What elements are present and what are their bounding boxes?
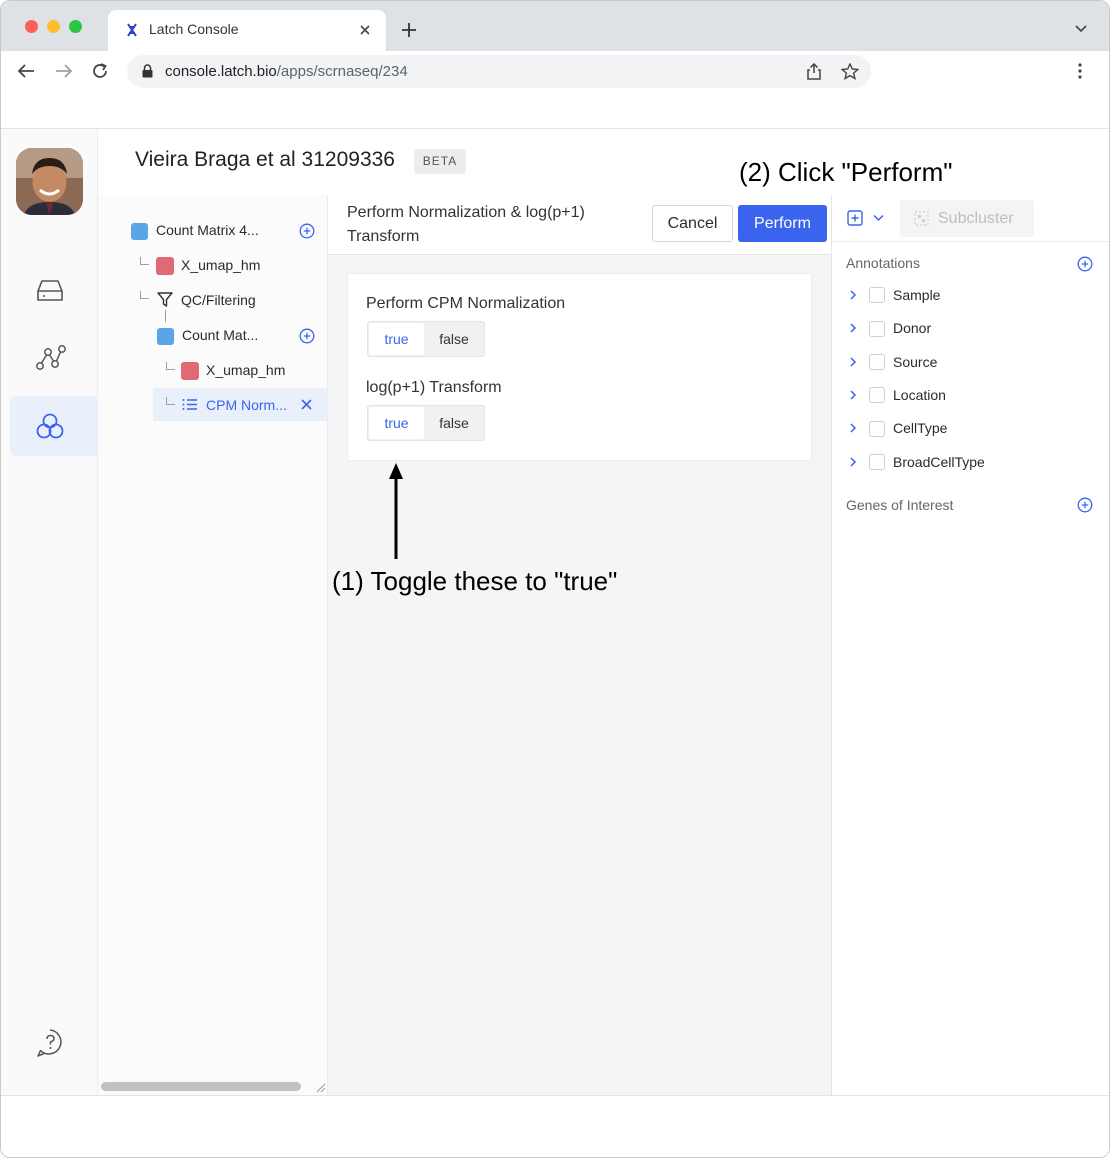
- filter-funnel-icon: [157, 292, 173, 307]
- beta-badge: BETA: [414, 149, 466, 174]
- cpm-toggle-true-option[interactable]: true: [369, 323, 424, 355]
- perform-button[interactable]: Perform: [738, 205, 827, 242]
- latch-logo-icon: [126, 23, 138, 37]
- tree-item-label[interactable]: QC/Filtering: [181, 292, 256, 308]
- share-icon[interactable]: [806, 63, 822, 80]
- tree-item-label[interactable]: Count Mat...: [182, 327, 258, 343]
- resize-handle-icon[interactable]: [314, 1081, 326, 1093]
- log-toggle-true-option[interactable]: true: [369, 407, 424, 439]
- cancel-button[interactable]: Cancel: [652, 205, 733, 242]
- horizontal-scrollbar[interactable]: [101, 1082, 301, 1091]
- lock-icon: [142, 64, 153, 78]
- callout-arrow-up-icon: [387, 461, 405, 561]
- expand-chevron-icon[interactable]: [848, 422, 858, 434]
- help-question-icon[interactable]: [31, 1024, 69, 1062]
- callout-step-1: (1) Toggle these to "true": [332, 566, 618, 596]
- bottom-bar: [1, 1095, 1109, 1157]
- annotation-checkbox[interactable]: [869, 387, 885, 403]
- annotation-label: Sample: [893, 287, 941, 303]
- minimize-window-button[interactable]: [47, 20, 60, 33]
- log-toggle-false-option[interactable]: false: [425, 407, 483, 439]
- dropdown-chevron-icon[interactable]: [873, 214, 884, 222]
- close-window-button[interactable]: [25, 20, 38, 33]
- tree-connector: [140, 257, 149, 265]
- expand-chevron-icon[interactable]: [848, 389, 858, 401]
- matrix-node-icon: [131, 223, 148, 240]
- add-annotation-icon[interactable]: [1077, 256, 1093, 272]
- embedding-node-icon: [181, 362, 199, 380]
- browser-tab[interactable]: Latch Console: [108, 10, 386, 51]
- new-tab-icon[interactable]: [401, 22, 417, 38]
- back-arrow-icon[interactable]: [17, 63, 35, 79]
- add-child-icon[interactable]: [299, 328, 315, 344]
- cpm-toggle-false-option[interactable]: false: [425, 323, 483, 355]
- subcluster-icon: [914, 211, 929, 226]
- add-box-icon[interactable]: [847, 210, 863, 226]
- expand-chevron-icon[interactable]: [848, 289, 858, 301]
- annotation-checkbox[interactable]: [869, 421, 885, 437]
- forward-arrow-icon[interactable]: [55, 63, 73, 79]
- tree-connector: [166, 397, 175, 405]
- expand-chevron-icon[interactable]: [848, 356, 858, 368]
- workflow-graph-icon[interactable]: [31, 339, 69, 377]
- genes-section-label: Genes of Interest: [846, 497, 954, 513]
- tree-connector: [165, 310, 166, 322]
- address-bar[interactable]: console.latch.bio/apps/scrnaseq/234: [127, 55, 871, 88]
- annotation-label: Source: [893, 354, 938, 370]
- annotation-label: Donor: [893, 320, 932, 336]
- expand-chevron-icon[interactable]: [848, 322, 858, 334]
- annotation-checkbox[interactable]: [869, 454, 885, 470]
- reload-icon[interactable]: [91, 62, 109, 80]
- annotation-label: Location: [893, 387, 946, 403]
- operation-title: Perform Normalization & log(p+1) Transfo…: [347, 204, 585, 245]
- remove-x-icon[interactable]: [300, 398, 313, 411]
- annotation-checkbox[interactable]: [869, 354, 885, 370]
- url-host: console.latch.bio: [165, 63, 277, 80]
- log-transform-label: log(p+1) Transform: [366, 379, 502, 396]
- tree-item-label[interactable]: X_umap_hm: [206, 362, 285, 378]
- page-title: Vieira Braga et al 31209336: [135, 148, 395, 171]
- url-text: console.latch.bio/apps/scrnaseq/234: [165, 63, 408, 80]
- callout-step-2: (2) Click "Perform": [739, 157, 953, 187]
- close-tab-icon[interactable]: [358, 23, 372, 37]
- kebab-menu-icon[interactable]: [1078, 63, 1082, 79]
- bookmark-star-icon[interactable]: [841, 63, 859, 80]
- browser-window: Latch Console console.latch.bio/apps/scr…: [0, 0, 1110, 1158]
- tab-strip: Latch Console: [1, 1, 1109, 51]
- add-child-icon[interactable]: [299, 223, 315, 239]
- tree-item-label[interactable]: CPM Norm...: [206, 397, 287, 413]
- storage-drive-icon[interactable]: [31, 272, 69, 310]
- tab-list-chevron-icon[interactable]: [1074, 24, 1088, 34]
- maximize-window-button[interactable]: [69, 20, 82, 33]
- expand-chevron-icon[interactable]: [848, 456, 858, 468]
- tree-connector: [166, 362, 175, 370]
- annotation-label: CellType: [893, 420, 948, 436]
- annotation-checkbox[interactable]: [869, 287, 885, 303]
- add-gene-icon[interactable]: [1077, 497, 1093, 513]
- left-nav-rail: [1, 129, 98, 1095]
- browser-toolbar: console.latch.bio/apps/scrnaseq/234: [1, 51, 1109, 91]
- matrix-node-icon: [157, 328, 174, 345]
- cells-app-icon[interactable]: [31, 408, 69, 446]
- embedding-node-icon: [156, 257, 174, 275]
- tree-item-label[interactable]: X_umap_hm: [181, 257, 260, 273]
- annotations-section-label: Annotations: [846, 255, 920, 271]
- log-transform-toggle: true false: [367, 405, 485, 441]
- url-path: /apps/scrnaseq/234: [276, 63, 408, 80]
- tab-title: Latch Console: [149, 21, 239, 37]
- divider: [1, 128, 1109, 129]
- cpm-normalization-label: Perform CPM Normalization: [366, 295, 566, 312]
- avatar[interactable]: [16, 148, 83, 215]
- annotation-checkbox[interactable]: [869, 321, 885, 337]
- tree-item-label[interactable]: Count Matrix 4...: [156, 222, 259, 238]
- cpm-normalization-toggle: true false: [367, 321, 485, 357]
- annotation-label: BroadCellType: [893, 454, 985, 470]
- tree-connector: [140, 291, 149, 299]
- list-operation-icon: [182, 398, 197, 411]
